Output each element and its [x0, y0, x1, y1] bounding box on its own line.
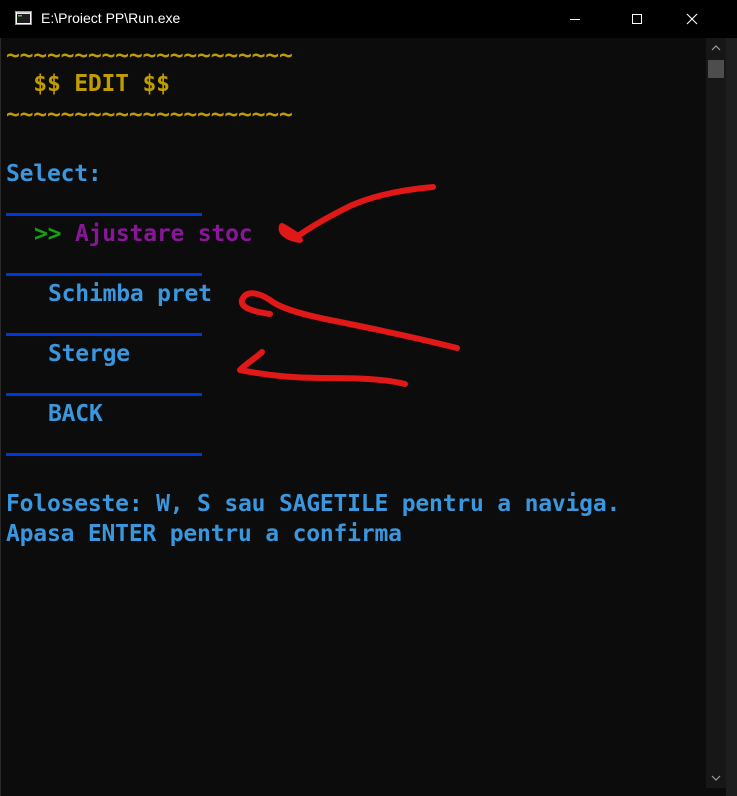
close-button[interactable] [669, 0, 715, 38]
chevron-down-icon [711, 775, 721, 781]
menu-item-label: Ajustare stoc [74, 221, 253, 247]
maximize-icon [632, 14, 642, 24]
menu-item-ajustare-stoc[interactable]: >> Ajustare stoc [34, 220, 253, 248]
background-window-edge [726, 38, 737, 796]
header-border-top: ~~~~~~~~~~~~~~~~~~~~~ [6, 43, 293, 69]
minimize-icon [570, 19, 580, 20]
edit-heading: $$ EDIT $$ [6, 71, 170, 97]
close-icon [686, 13, 698, 25]
console-output [0, 38, 706, 796]
menu-separator [6, 393, 202, 396]
select-label: Select: [6, 161, 102, 187]
help-text-confirm: Apasa ENTER pentru a confirma [6, 521, 402, 547]
scroll-thumb[interactable] [708, 60, 724, 78]
header-border-bottom: ~~~~~~~~~~~~~~~~~~~~~ [6, 102, 293, 128]
menu-separator [6, 453, 202, 456]
title-bar: E:\Proiect PP\Run.exe [0, 0, 737, 38]
menu-separator [6, 273, 202, 276]
selection-cursor: >> [34, 221, 62, 247]
menu-separator [6, 333, 202, 336]
window-border [0, 38, 1, 796]
menu-item-sterge[interactable]: Sterge [48, 340, 130, 368]
scroll-up-button[interactable] [706, 38, 726, 58]
console-app-icon [15, 11, 32, 25]
menu-item-schimba-pret[interactable]: Schimba pret [48, 280, 212, 308]
maximize-button[interactable] [614, 0, 660, 38]
help-text-navigate: Foloseste: W, S sau SAGETILE pentru a na… [6, 491, 621, 517]
chevron-up-icon [711, 45, 721, 51]
vertical-scrollbar[interactable] [706, 38, 726, 788]
scroll-down-button[interactable] [706, 768, 726, 788]
menu-separator [6, 213, 202, 216]
menu-item-back[interactable]: BACK [48, 400, 103, 428]
minimize-button[interactable] [552, 0, 598, 38]
window-title: E:\Proiect PP\Run.exe [41, 10, 181, 26]
